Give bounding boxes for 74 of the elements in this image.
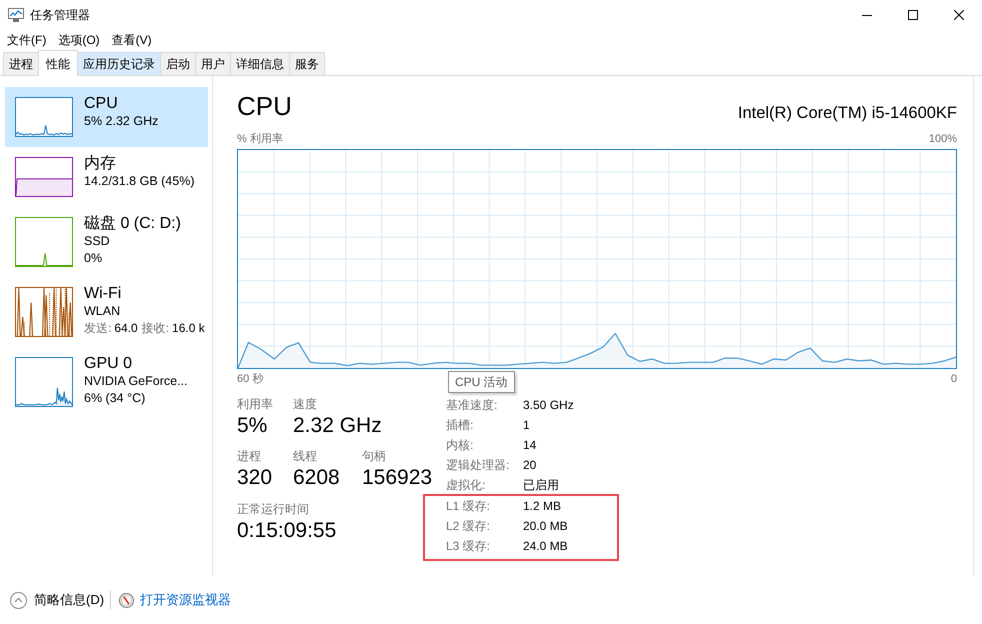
stat-value: 5%: [237, 413, 268, 439]
tab[interactable]: 性能: [38, 50, 78, 76]
maximize-icon: [908, 10, 918, 20]
sidebar-item[interactable]: 磁盘 0 (C: D:) SSD 0%: [5, 207, 208, 277]
device-name: Wi-Fi: [84, 284, 122, 303]
spec-label: L1 缓存:: [446, 498, 492, 515]
tab[interactable]: 详细信息: [230, 52, 290, 75]
stat-label: 利用率: [237, 396, 274, 413]
stat-value: 156923: [362, 465, 432, 491]
fewer-details-button[interactable]: 简略信息(D): [10, 591, 104, 609]
device-detail: 5% 2.32 GHz: [84, 113, 158, 130]
traffic-value: 16.0 k: [172, 320, 205, 337]
stat-label: 进程: [237, 448, 262, 465]
device-name: 磁盘 0 (C: D:): [84, 214, 181, 233]
device-detail: 14.2/31.8 GB (45%): [84, 173, 194, 190]
device-title: CPU: [237, 90, 292, 123]
device-detail: WLAN: [84, 303, 122, 320]
sidebar-item[interactable]: 内存 14.2/31.8 GB (45%): [5, 147, 208, 207]
tooltip: CPU 活动: [448, 371, 515, 393]
stat-value: 6208: [293, 465, 341, 491]
spec-value: 1: [523, 417, 530, 434]
stat-value: 2.32 GHz: [293, 413, 382, 439]
stat-label: 正常运行时间: [237, 501, 310, 518]
spec-label: 逻辑处理器:: [446, 457, 510, 474]
spec-label: 插槽:: [446, 417, 474, 434]
menu-item[interactable]: 文件(F): [1, 31, 52, 49]
tab[interactable]: 进程: [3, 52, 39, 75]
menu-item[interactable]: 查看(V): [106, 31, 158, 49]
window-title: 任务管理器: [30, 6, 90, 24]
device-detail: 6% (34 °C): [84, 390, 146, 407]
spec-label: 虚拟化:: [446, 477, 486, 494]
device-name: CPU: [84, 94, 119, 113]
traffic-value: 64.0: [114, 320, 138, 337]
stat-value: 320: [237, 465, 274, 491]
device-detail: NVIDIA GeForce...: [84, 373, 188, 390]
stat-label: 句柄: [362, 448, 387, 465]
tab[interactable]: 应用历史记录: [77, 52, 161, 75]
gauge-icon: [119, 592, 134, 608]
menu-item[interactable]: 选项(O): [52, 31, 106, 49]
device-detail: 0%: [84, 250, 104, 267]
stat-label: 速度: [293, 396, 318, 413]
tab[interactable]: 用户: [195, 52, 231, 75]
chevron-up-icon: [10, 592, 27, 608]
spec-value: 24.0 MB: [523, 538, 568, 555]
spec-label: 基准速度:: [446, 397, 498, 414]
processor-model: Intel(R) Core(TM) i5-14600KF: [738, 103, 957, 124]
traffic-label: 发送:: [84, 320, 112, 337]
resource-monitor-link[interactable]: 打开资源监视器: [119, 591, 232, 609]
stat-label: 线程: [293, 448, 318, 465]
spec-label: 内核:: [446, 437, 474, 454]
spec-label: L3 缓存:: [446, 538, 492, 555]
monitor-chart-icon: [8, 8, 24, 22]
spec-value: 20.0 MB: [523, 518, 568, 535]
sidebar-item[interactable]: GPU 0 NVIDIA GeForce... 6% (34 °C): [5, 347, 208, 417]
axis-start-label: 60 秒: [237, 372, 264, 386]
device-detail: SSD: [84, 233, 111, 250]
device-name: 内存: [84, 154, 117, 173]
stat-value: 0:15:09:55: [237, 518, 336, 544]
axis-title: % 利用率: [237, 132, 283, 146]
tab[interactable]: 服务: [289, 52, 325, 75]
spec-value: 14: [523, 437, 536, 454]
spec-value: 已启用: [523, 477, 559, 494]
spec-label: L2 缓存:: [446, 518, 492, 535]
sidebar-item[interactable]: CPU 5% 2.32 GHz: [5, 87, 208, 147]
sidebar-item[interactable]: Wi-Fi WLAN 发送: 64.0 接收: 16.0 k: [5, 277, 208, 347]
tab[interactable]: 启动: [160, 52, 196, 75]
device-name: GPU 0: [84, 354, 134, 373]
spec-value: 1.2 MB: [523, 498, 562, 515]
axis-end-label: 0: [950, 372, 957, 386]
traffic-label: 接收:: [142, 320, 170, 337]
axis-max-label: 100%: [928, 132, 957, 146]
spec-value: 3.50 GHz: [523, 397, 574, 414]
close-icon: [954, 10, 964, 20]
spec-value: 20: [523, 457, 536, 474]
